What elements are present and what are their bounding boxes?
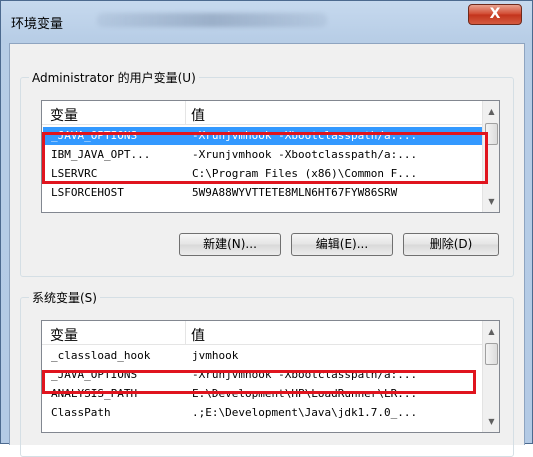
table-row[interactable]: LSFORCEHOST 5W9A88WYVTTETE8MLN6HT67FYW86… <box>43 184 483 202</box>
scroll-down-icon[interactable]: ▼ <box>483 413 499 430</box>
table-row[interactable]: _classload_hook jvmhook <box>43 347 483 365</box>
variable-value: jvmhook <box>192 349 239 362</box>
table-row[interactable]: LSERVRC C:\Program Files (x86)\Common F.… <box>43 165 483 183</box>
variable-name: IBM_JAVA_OPT... <box>51 148 151 161</box>
table-row[interactable]: IBM_JAVA_OPT... -Xrunjvmhook -Xbootclass… <box>43 146 483 164</box>
system-variables-list[interactable]: 变量 值 _classload_hook jvmhook _JAVA_OPTIO… <box>41 320 500 433</box>
variable-value: -Xrunjvmhook -Xbootclasspath/a:... <box>192 129 418 142</box>
column-divider[interactable] <box>185 101 186 125</box>
variable-name: ClassPath <box>51 406 111 419</box>
system-list-scrollbar[interactable]: ▲ ▼ <box>482 321 499 432</box>
scroll-up-icon[interactable]: ▲ <box>483 323 499 340</box>
new-user-variable-button[interactable]: 新建(N)... <box>179 233 281 256</box>
user-variables-label: Administrator 的用户变量(U) <box>29 69 199 86</box>
table-row[interactable]: ANALYSIS_PATH E:\Development\HP\LoadRunn… <box>43 385 483 403</box>
edit-user-variable-button[interactable]: 编辑(E)... <box>291 233 393 256</box>
scroll-thumb[interactable] <box>485 343 498 365</box>
title-bar[interactable]: 环境变量 X <box>1 1 532 43</box>
variable-name: LSFORCEHOST <box>51 186 124 199</box>
column-divider[interactable] <box>185 321 186 345</box>
system-list-header: 变量 值 <box>42 321 499 345</box>
scroll-down-icon[interactable]: ▼ <box>483 193 499 210</box>
user-list-header: 变量 值 <box>42 101 499 125</box>
column-header-variable[interactable]: 变量 <box>50 325 78 345</box>
variable-value: .;E:\Development\Java\jdk1.7.0_... <box>192 406 418 419</box>
blurred-title-region <box>97 13 327 27</box>
scroll-thumb[interactable] <box>485 123 498 145</box>
variable-name: _classload_hook <box>51 349 151 362</box>
table-row[interactable]: ClassPath .;E:\Development\Java\jdk1.7.0… <box>43 404 483 422</box>
variable-name: ANALYSIS_PATH <box>51 387 138 400</box>
variable-value: -Xrunjvmhook -Xbootclasspath/a:... <box>192 368 418 381</box>
user-variables-group: Administrator 的用户变量(U) 变量 值 _JAVA_OPTION… <box>20 69 514 277</box>
variable-name: _JAVA_OPTIONS <box>51 129 138 142</box>
scroll-up-icon[interactable]: ▲ <box>483 103 499 120</box>
variable-name: _JAVA_OPTIONS <box>51 368 138 381</box>
column-header-value[interactable]: 值 <box>191 105 205 125</box>
user-list-scrollbar[interactable]: ▲ ▼ <box>482 101 499 212</box>
column-header-variable[interactable]: 变量 <box>50 105 78 125</box>
column-header-value[interactable]: 值 <box>191 325 205 345</box>
close-button[interactable]: X <box>468 4 522 25</box>
user-variables-list[interactable]: 变量 值 _JAVA_OPTIONS -Xrunjvmhook -Xbootcl… <box>41 100 500 213</box>
table-row[interactable]: _JAVA_OPTIONS -Xrunjvmhook -Xbootclasspa… <box>43 127 483 145</box>
dialog-client-area: Administrator 的用户变量(U) 变量 值 _JAVA_OPTION… <box>9 43 525 457</box>
delete-user-variable-button[interactable]: 删除(D) <box>403 233 499 256</box>
variable-value: 5W9A88WYVTTETE8MLN6HT67FYW86SRW <box>192 186 398 199</box>
variable-value: C:\Program Files (x86)\Common F... <box>192 167 418 180</box>
system-variables-label: 系统变量(S) <box>29 289 100 306</box>
window-title: 环境变量 <box>11 17 64 32</box>
variable-name: LSERVRC <box>51 167 98 180</box>
variable-value: E:\Development\HP\LoadRunner\LR... <box>192 387 418 400</box>
system-variables-group: 系统变量(S) 变量 值 _classload_hook jvmhook _JA… <box>20 289 514 457</box>
environment-variables-dialog: 环境变量 X Administrator 的用户变量(U) 变量 值 _JAVA… <box>0 0 533 457</box>
table-row[interactable]: _JAVA_OPTIONS -Xrunjvmhook -Xbootclasspa… <box>43 366 483 384</box>
variable-value: -Xrunjvmhook -Xbootclasspath/a:... <box>192 148 418 161</box>
